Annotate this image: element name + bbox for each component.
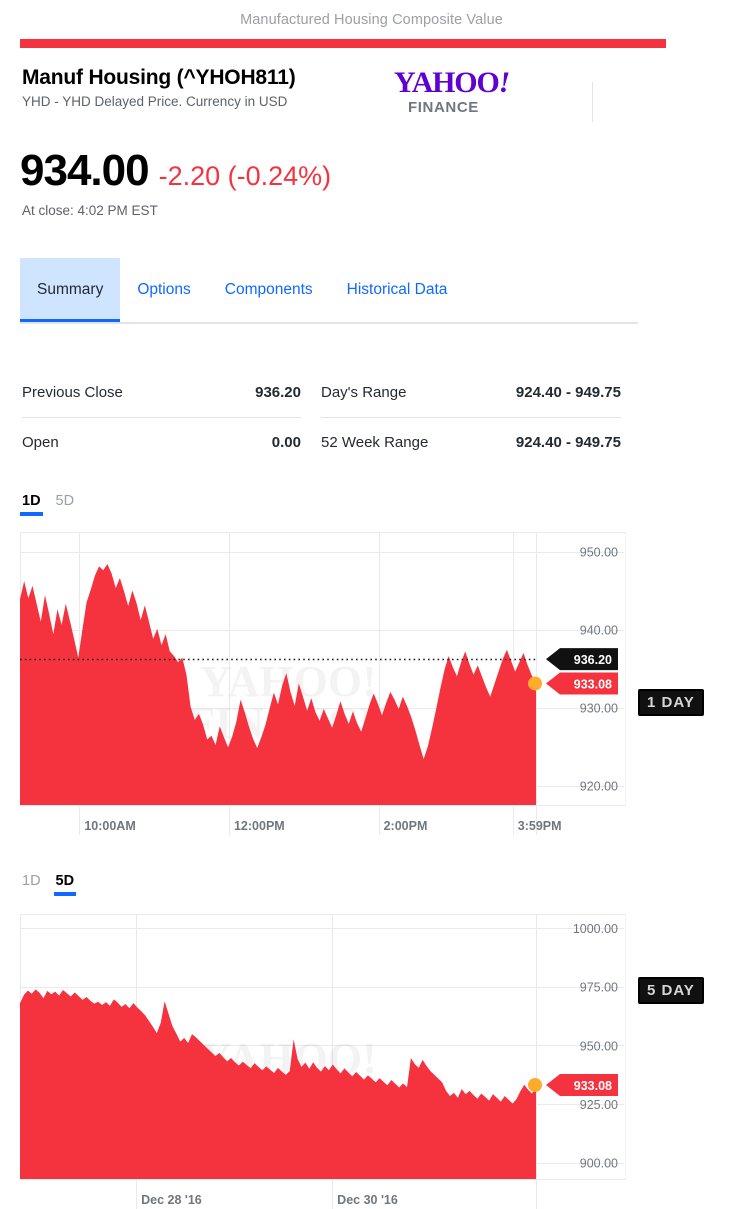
svg-text:Dec 28 '16: Dec 28 '16 (141, 1193, 202, 1207)
previous-close-flag: 936.20 (546, 648, 618, 671)
table-row: Open 0.00 (22, 418, 301, 468)
tab-summary[interactable]: Summary (20, 258, 121, 322)
banner-title: Manufactured Housing Composite Value (240, 12, 503, 28)
banner-rule (20, 39, 666, 48)
row-value-52-week-range: 924.40 - 949.75 (515, 434, 621, 451)
svg-text:940.00: 940.00 (580, 624, 618, 638)
table-row: 52 Week Range 924.40 - 949.75 (321, 418, 621, 468)
svg-text:930.00: 930.00 (580, 702, 618, 716)
summary-column-left: Previous Close 936.20 Open 0.00 (22, 368, 301, 468)
row-label-previous-close: Previous Close (22, 384, 123, 401)
svg-text:925.00: 925.00 (580, 1098, 618, 1112)
annotation-badge-1-day: 1 DAY (638, 689, 704, 716)
chart-5d[interactable]: YAHOO!FINANCE1000.00975.00950.00925.0090… (18, 912, 626, 1209)
range-switch-bottom: 1D 5D (20, 872, 87, 896)
logo-secondary-text: FINANCE (408, 99, 479, 116)
logo-bang-text: ! (498, 66, 511, 99)
range-button-5d[interactable]: 5D (54, 493, 77, 516)
row-value-open: 0.00 (271, 434, 301, 451)
row-label-52-week-range: 52 Week Range (321, 434, 429, 451)
price-change: -2.20 (-0.24%) (158, 161, 332, 191)
row-label-days-range: Day's Range (321, 384, 407, 401)
row-label-open: Open (22, 434, 59, 451)
last-price-marker (528, 676, 542, 691)
svg-text:933.08: 933.08 (574, 677, 612, 691)
range-button-5d-secondary[interactable]: 5D (53, 873, 77, 896)
logo-primary-text: YAHOO (394, 66, 500, 99)
yahoo-finance-logo[interactable]: YAHOO! FINANCE (394, 66, 534, 116)
svg-text:1000.00: 1000.00 (573, 922, 618, 936)
summary-column-right: Day's Range 924.40 - 949.75 52 Week Rang… (321, 368, 621, 468)
quote-subtitle: YHD - YHD Delayed Price. Currency in USD (22, 94, 288, 109)
row-value-days-range: 924.40 - 949.75 (515, 384, 621, 401)
tab-options[interactable]: Options (120, 258, 207, 322)
page-title: Manuf Housing (^YHOH811) (22, 66, 296, 89)
svg-text:933.08: 933.08 (574, 1079, 612, 1093)
nav-tabs: Summary Options Components Historical Data (20, 258, 638, 324)
last-price-marker (528, 1078, 542, 1093)
market-status-text: At close: 4:02 PM EST (22, 203, 158, 218)
range-button-1d-secondary[interactable]: 1D (20, 873, 43, 896)
last-price-flag: 933.08 (546, 1074, 618, 1097)
svg-text:936.20: 936.20 (574, 653, 612, 667)
price-value: 934.00 (20, 146, 150, 195)
range-switch-top: 1D 5D (20, 492, 87, 516)
svg-text:Dec 30 '16: Dec 30 '16 (337, 1193, 398, 1207)
chart-5d-canvas[interactable]: YAHOO!FINANCE1000.00975.00950.00925.0090… (18, 912, 626, 1209)
last-price-flag: 933.08 (546, 672, 618, 695)
tabs-underline (20, 322, 638, 324)
chart-1d-canvas[interactable]: YAHOO!FINANCE950.00940.00930.00920.0010:… (18, 530, 626, 835)
svg-text:10:00AM: 10:00AM (84, 819, 135, 833)
svg-text:2:00PM: 2:00PM (384, 819, 428, 833)
svg-text:950.00: 950.00 (580, 1039, 618, 1053)
svg-text:920.00: 920.00 (580, 780, 618, 794)
svg-text:975.00: 975.00 (580, 981, 618, 995)
range-button-1d[interactable]: 1D (20, 493, 43, 516)
row-value-previous-close: 936.20 (255, 384, 301, 401)
summary-table: Previous Close 936.20 Open 0.00 Day's Ra… (22, 368, 622, 468)
tab-components[interactable]: Components (208, 258, 330, 322)
price-row: 934.00 -2.20 (-0.24%) (20, 146, 331, 196)
svg-text:3:59PM: 3:59PM (518, 819, 562, 833)
quote-header: Manuf Housing (^YHOH811) YHD - YHD Delay… (22, 66, 722, 122)
table-row: Previous Close 936.20 (22, 368, 301, 418)
svg-text:950.00: 950.00 (580, 546, 618, 560)
annotation-badge-5-day: 5 DAY (638, 977, 704, 1004)
yahoo-finance-quote-page: Manufactured Housing Composite Value Man… (0, 0, 743, 1209)
header-divider (592, 82, 593, 122)
tab-historical-data[interactable]: Historical Data (330, 258, 465, 322)
svg-text:12:00PM: 12:00PM (234, 819, 285, 833)
chart-1d[interactable]: YAHOO!FINANCE950.00940.00930.00920.0010:… (18, 530, 626, 835)
table-row: Day's Range 924.40 - 949.75 (321, 368, 621, 418)
svg-text:900.00: 900.00 (580, 1157, 618, 1171)
